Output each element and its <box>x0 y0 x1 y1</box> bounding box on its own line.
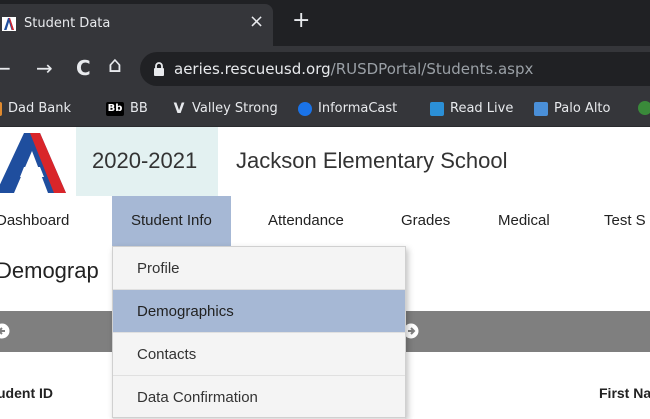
nav-student-info[interactable]: Student Info <box>112 196 231 246</box>
menu-item-profile[interactable]: Profile <box>113 247 405 290</box>
aeries-logo-icon <box>0 133 66 193</box>
forward-icon[interactable]: → <box>36 56 53 80</box>
bookmark-bb[interactable]: Bb BB <box>106 101 148 116</box>
home-icon[interactable]: ⌂ <box>108 54 122 78</box>
aeries-favicon-icon <box>2 17 16 31</box>
browser-toolbar: ← → C ⌂ aeries.rescueusd.org/RUSDPortal/… <box>0 46 650 92</box>
bookmark-label: InformaCast <box>318 101 398 116</box>
read-live-icon <box>430 101 444 116</box>
palo-alto-icon <box>534 101 548 116</box>
new-tab-icon[interactable]: + <box>292 10 310 32</box>
url-host: aeries.rescueusd.org <box>174 60 331 78</box>
bookmark-read-live[interactable]: Read Live <box>430 101 513 116</box>
student-id-label: udent ID <box>0 385 53 401</box>
page-title: Demograp <box>0 258 99 283</box>
bookmark-more[interactable] <box>638 101 650 115</box>
browser-tab-strip: Student Data × + <box>0 0 650 46</box>
blackboard-icon: Bb <box>106 101 124 116</box>
menu-item-demographics[interactable]: Demographics <box>113 290 405 333</box>
bookmark-dad-bank[interactable]: Dad Bank <box>0 101 71 116</box>
valley-strong-icon: V <box>173 100 185 117</box>
bookmark-valley-strong[interactable]: V Valley Strong <box>172 101 278 116</box>
nav-attendance[interactable]: Attendance <box>268 196 344 246</box>
student-info-menu: Profile Demographics Contacts Data Confi… <box>112 246 406 419</box>
address-bar[interactable]: aeries.rescueusd.org/RUSDPortal/Students… <box>140 52 650 86</box>
previous-student-icon[interactable] <box>0 323 10 339</box>
bookmark-label: Palo Alto <box>554 101 611 116</box>
bookmark-informacast[interactable]: InformaCast <box>298 101 397 116</box>
nav-grades[interactable]: Grades <box>401 196 450 246</box>
bookmark-label: Dad Bank <box>8 101 72 116</box>
informacast-icon <box>298 101 312 116</box>
bookmark-globe-icon <box>638 101 650 115</box>
nav-dashboard[interactable]: Dashboard <box>0 196 69 246</box>
url-text: aeries.rescueusd.org/RUSDPortal/Students… <box>174 60 533 78</box>
bookmark-label: Valley Strong <box>192 101 278 116</box>
bookmark-label: Read Live <box>450 101 514 116</box>
school-year: 2020-2021 <box>92 148 198 173</box>
lock-icon <box>154 62 164 76</box>
tab-close-icon[interactable]: × <box>249 13 264 31</box>
school-year-selector[interactable]: 2020-2021 <box>76 127 218 196</box>
browser-tab[interactable]: Student Data × <box>0 4 273 46</box>
main-nav: Dashboard Student Info Attendance Grades… <box>0 196 650 246</box>
bank-icon <box>0 101 2 116</box>
nav-test-scores[interactable]: Test S <box>604 196 646 246</box>
nav-medical[interactable]: Medical <box>498 196 550 246</box>
url-path: /RUSDPortal/Students.aspx <box>330 60 534 78</box>
aeries-logo[interactable] <box>0 127 76 196</box>
bookmark-palo-alto[interactable]: Palo Alto <box>534 101 610 116</box>
back-icon[interactable]: ← <box>0 56 11 80</box>
bookmark-label: BB <box>130 101 148 116</box>
first-name-label: First Na <box>599 385 650 401</box>
reload-icon[interactable]: C <box>76 56 91 80</box>
tab-title: Student Data <box>24 16 111 31</box>
bookmarks-bar: Dad Bank Bb BB V Valley Strong InformaCa… <box>0 92 650 127</box>
menu-item-contacts[interactable]: Contacts <box>113 333 405 376</box>
school-name[interactable]: Jackson Elementary School <box>236 148 507 174</box>
menu-item-data-confirmation[interactable]: Data Confirmation <box>113 376 405 419</box>
